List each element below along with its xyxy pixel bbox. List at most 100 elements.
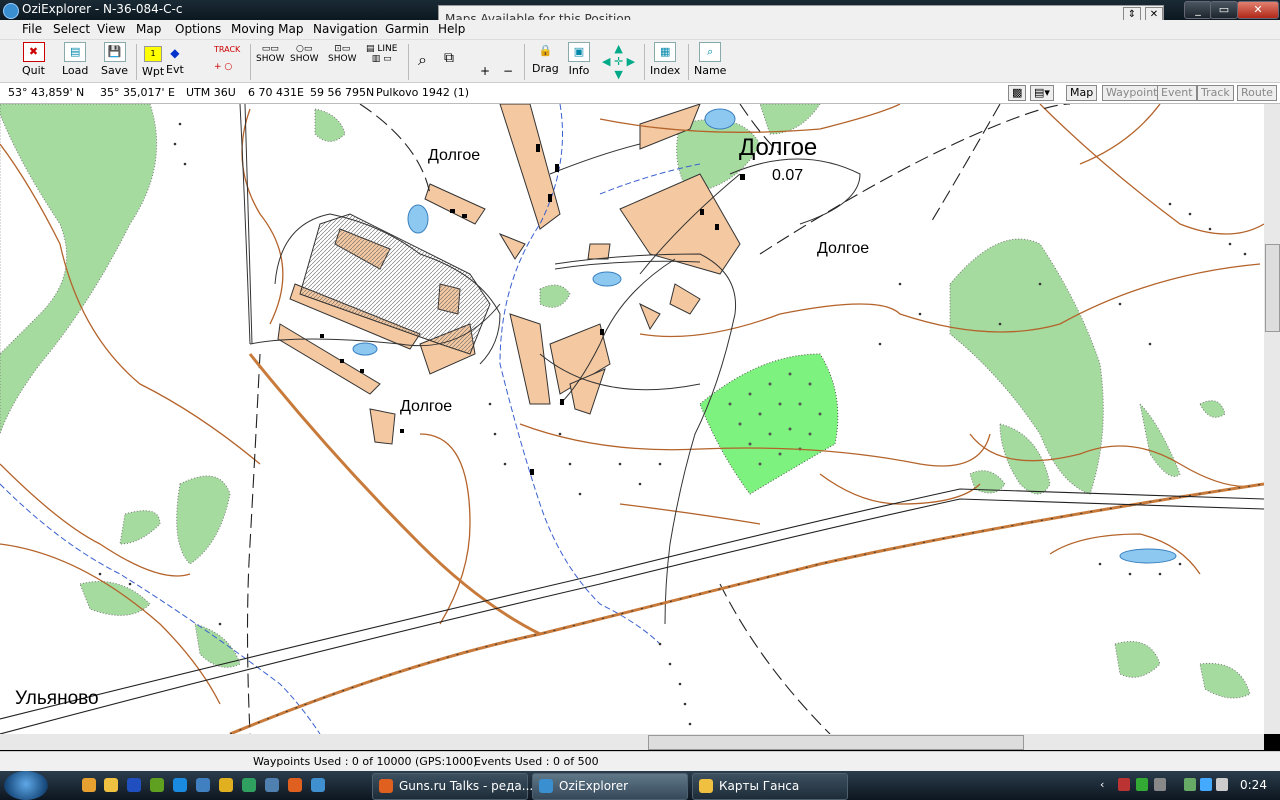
line-button[interactable]: ▤ LINE ▥ ▭	[366, 44, 397, 64]
info-icon: ▣	[568, 42, 590, 62]
task-label-ozi: OziExplorer	[559, 779, 629, 793]
menu-select[interactable]: Select	[53, 22, 90, 36]
mode-track-button[interactable]: Track	[1197, 85, 1234, 101]
battery-icon[interactable]	[1184, 778, 1196, 791]
window-title: OziExplorer - N-36-084-C-c	[22, 2, 183, 16]
tray-app-icon[interactable]	[1154, 778, 1166, 791]
chrome-icon[interactable]	[82, 778, 96, 792]
maximize-button[interactable]: ▭	[1210, 1, 1238, 19]
show-waypoints-button[interactable]: ○▭ SHOW	[290, 44, 318, 64]
show-label-3: SHOW	[328, 54, 357, 64]
name-label: Name	[694, 64, 727, 77]
quit-icon: ✖	[22, 42, 45, 62]
app-icon[interactable]	[3, 3, 19, 19]
task-label-karty: Карты Ганса	[719, 779, 800, 793]
menu-help[interactable]: Help	[438, 22, 465, 36]
quit-button[interactable]: ✖ Quit	[22, 42, 45, 77]
datum: Pulkovo 1942 (1)	[376, 86, 469, 99]
menu-map[interactable]: Map	[136, 22, 161, 36]
taskbar: Guns.ru Talks - реда... OziExplorer Карт…	[0, 771, 1280, 800]
mode-route-button[interactable]: Route	[1237, 85, 1277, 101]
vertical-scroll-thumb[interactable]	[1265, 244, 1280, 332]
show-events-button[interactable]: ⊡▭ SHOW	[328, 44, 356, 64]
move-arrows[interactable]: ▲ ◀ ✛ ▶ ▼	[602, 42, 635, 81]
folder-icon[interactable]	[104, 778, 118, 792]
name-button[interactable]: ⌕ Name	[694, 42, 726, 77]
save-map-icon[interactable]: ▤▾	[1030, 85, 1054, 101]
map-window-icon[interactable]: ⧉	[444, 50, 454, 66]
close-button[interactable]: ✕	[1237, 1, 1279, 19]
vertical-scrollbar[interactable]	[1264, 104, 1280, 734]
magnify-icon[interactable]: ⌕	[418, 50, 427, 70]
menu-navigation[interactable]: Navigation	[313, 22, 378, 36]
volume-icon[interactable]	[1216, 778, 1228, 791]
map-label-dolgoe-south: Долгое	[400, 398, 453, 415]
network-tray-icon[interactable]	[1200, 778, 1212, 791]
menu-view[interactable]: View	[97, 22, 125, 36]
mode-event-button[interactable]: Event	[1157, 85, 1197, 101]
icq-tray-icon[interactable]	[1136, 778, 1148, 791]
longitude: 35° 35,017' E	[100, 86, 175, 99]
app-green-icon[interactable]	[150, 778, 164, 792]
save-button[interactable]: 💾 Save	[101, 42, 128, 77]
menu-file[interactable]: File	[22, 22, 42, 36]
waypoint-icon: 1	[144, 46, 163, 62]
ozi-task-icon	[539, 779, 553, 793]
firefox-task-icon	[379, 779, 393, 793]
task-label-guns: Guns.ru Talks - реда...	[399, 779, 534, 793]
show-tracks-button[interactable]: ▭▭ SHOW	[256, 44, 284, 64]
map-label-dolgoe-east: Долгое	[817, 240, 870, 257]
info-button[interactable]: ▣ Info	[568, 42, 590, 77]
map-canvas[interactable]: Долгое 0.07 Долгое Долгое Долгое Ульянов…	[0, 104, 1264, 734]
show-label-1: SHOW	[256, 54, 285, 64]
horizontal-scroll-thumb[interactable]	[648, 735, 1024, 750]
event-icon: ◆	[170, 46, 180, 60]
icq-icon[interactable]	[242, 778, 256, 792]
task-oziexplorer[interactable]: OziExplorer	[532, 773, 688, 800]
map-image-icon[interactable]: ▩	[1008, 85, 1027, 101]
track-plus-icon[interactable]: + ○	[214, 62, 232, 72]
save-label: Save	[101, 64, 129, 77]
save-icon: 💾	[103, 42, 126, 62]
notepad-icon[interactable]	[127, 778, 141, 792]
track-button[interactable]: TRACK	[214, 45, 240, 54]
monitor-icon[interactable]	[265, 778, 279, 792]
forest-areas	[0, 104, 1251, 699]
drag-label: Drag	[532, 62, 559, 75]
info-label: Info	[568, 64, 590, 77]
media-icon[interactable]	[219, 778, 233, 792]
minimize-button[interactable]: _	[1184, 1, 1212, 19]
zoom-out-icon[interactable]: −	[503, 64, 513, 78]
drag-button[interactable]: 🔒 Drag	[532, 42, 559, 75]
desktop-icon[interactable]	[196, 778, 210, 792]
network-icon[interactable]	[311, 778, 325, 792]
menu-garmin[interactable]: Garmin	[385, 22, 429, 36]
waypoints-used: Waypoints Used : 0 of 10000 (GPS:1000)	[253, 755, 478, 768]
utm-zone: UTM 36U	[186, 86, 236, 99]
horizontal-scrollbar[interactable]	[0, 734, 1264, 750]
clock[interactable]: 0:24	[1240, 778, 1267, 792]
map-label-dolgoe-nw: Долгое	[428, 147, 481, 164]
line-label: LINE	[377, 44, 398, 54]
zoom-in-icon[interactable]: +	[480, 64, 490, 78]
wpt-label: Wpt	[142, 65, 165, 78]
menu-options[interactable]: Options	[175, 22, 221, 36]
mode-waypoint-button[interactable]: Waypoint	[1102, 85, 1162, 101]
mode-map-button[interactable]: Map	[1066, 85, 1098, 101]
index-button[interactable]: ▦ Index	[650, 42, 680, 77]
load-button[interactable]: ▤ Load	[62, 42, 88, 77]
start-button[interactable]	[4, 771, 48, 800]
easting: 6 70 431E	[248, 86, 304, 99]
firefox-icon[interactable]	[288, 778, 302, 792]
task-guns-ru[interactable]: Guns.ru Talks - реда...	[372, 773, 533, 800]
status-bar: Waypoints Used : 0 of 10000 (GPS:1000) E…	[0, 751, 1280, 772]
task-karty-gansa[interactable]: Карты Ганса	[692, 773, 848, 800]
menu-moving-map[interactable]: Moving Map	[231, 22, 304, 36]
language-flag-icon[interactable]	[1118, 778, 1130, 791]
track-label: TRACK	[214, 45, 241, 54]
tray-chevron-icon[interactable]: ‹	[1100, 778, 1104, 791]
ie-icon[interactable]	[173, 778, 187, 792]
event-button[interactable]: ◆ Evt	[166, 42, 184, 76]
load-icon: ▤	[64, 42, 87, 62]
waypoint-button[interactable]: 1 Wpt	[142, 42, 164, 78]
